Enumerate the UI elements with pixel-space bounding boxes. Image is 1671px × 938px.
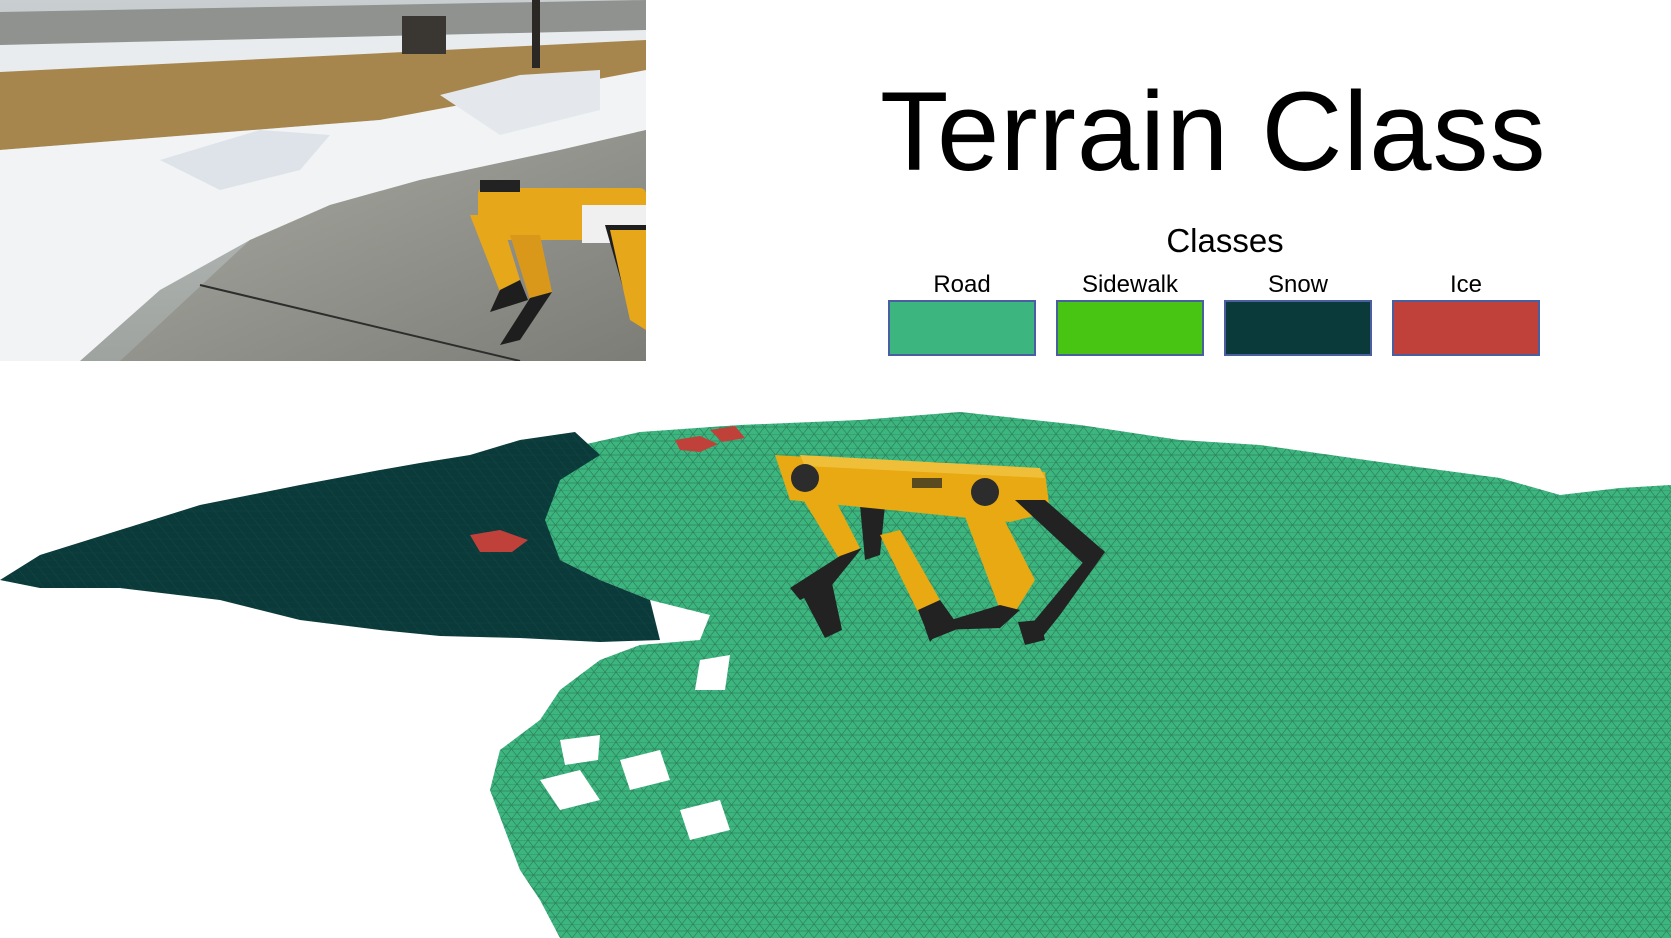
- legend-label: Ice: [1449, 271, 1482, 298]
- terrain-mesh-scene: [0, 361, 1671, 938]
- road-region: [490, 412, 1671, 938]
- legend-item-snow: Snow: [1224, 270, 1372, 356]
- camera-photo-inset: [0, 0, 646, 361]
- legend-swatch-sidewalk: [1056, 300, 1204, 356]
- legend-item-road: Road: [888, 270, 1036, 356]
- legend-heading: Classes: [1166, 222, 1284, 259]
- legend-item-sidewalk: Sidewalk: [1056, 270, 1204, 356]
- legend-label: Sidewalk: [1081, 271, 1179, 298]
- legend-label: Snow: [1267, 271, 1329, 298]
- legend-item-ice: Ice: [1392, 270, 1540, 356]
- legend-swatch-ice: [1392, 300, 1540, 356]
- legend-label: Road: [933, 271, 991, 298]
- page-title: Terrain Class: [880, 69, 1547, 194]
- legend-swatch-road: [888, 300, 1036, 356]
- legend-swatch-snow: [1224, 300, 1372, 356]
